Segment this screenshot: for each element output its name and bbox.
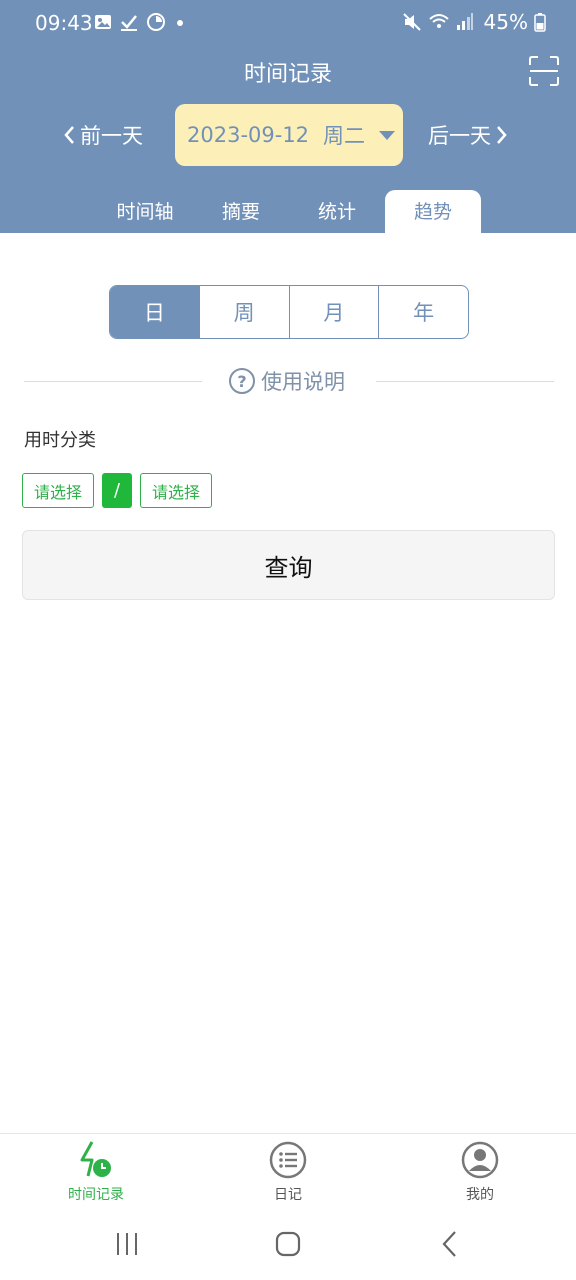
time-record-icon <box>80 1141 111 1177</box>
prev-day-button[interactable]: 前一天 <box>62 120 143 150</box>
signal-icon <box>456 13 473 30</box>
page-title: 时间记录 <box>243 62 332 87</box>
chevron-left-icon <box>64 126 74 144</box>
nav-mine[interactable]: 我的 <box>420 1140 540 1204</box>
next-day-button[interactable]: 后一天 <box>428 120 509 150</box>
category-selector: 请选择 / 请选择 <box>22 473 213 508</box>
help-link[interactable]: ? 使用说明 <box>229 366 345 396</box>
nav-diary[interactable]: 日记 <box>228 1140 348 1204</box>
nav-time-record[interactable]: 时间记录 <box>36 1140 156 1204</box>
question-icon: ? <box>229 368 255 394</box>
nav-diary-label: 日记 <box>274 1187 302 1203</box>
chevron-right-icon <box>497 126 507 144</box>
period-week[interactable]: 周 <box>200 286 290 338</box>
category-separator: / <box>102 473 133 508</box>
status-notification-icons <box>94 12 186 32</box>
category-second-select[interactable]: 请选择 <box>140 473 213 508</box>
date-navigator: 前一天 2023-09-12 周二 后一天 <box>0 104 576 166</box>
nav-mine-label: 我的 <box>466 1187 494 1203</box>
tab-bar: 时间轴 摘要 统计 趋势 <box>0 190 576 233</box>
period-year[interactable]: 年 <box>379 286 468 338</box>
home-icon[interactable] <box>268 1229 308 1259</box>
status-time: 09:43 <box>35 11 93 35</box>
status-bar: 09:43 45% <box>0 0 576 46</box>
tab-timeline[interactable]: 时间轴 <box>97 190 193 233</box>
next-day-label: 后一天 <box>428 124 491 148</box>
category-label: 用时分类 <box>24 430 96 451</box>
tab-statistics[interactable]: 统计 <box>289 190 385 233</box>
sync-icon <box>147 13 165 31</box>
period-selector: 日 周 月 年 <box>109 285 469 339</box>
divider-line-left <box>24 381 202 382</box>
bottom-nav: 时间记录 日记 我的 <box>0 1133 576 1215</box>
system-nav-bar <box>0 1215 576 1280</box>
period-month[interactable]: 月 <box>290 286 380 338</box>
scan-icon[interactable] <box>528 55 560 87</box>
prev-day-label: 前一天 <box>80 124 143 148</box>
nav-time-record-label: 时间记录 <box>68 1187 124 1203</box>
battery-level: 45% <box>483 10 528 34</box>
image-icon <box>95 15 111 29</box>
recent-apps-icon[interactable] <box>107 1229 147 1259</box>
battery-icon <box>534 13 546 32</box>
status-system-icons: 45% <box>402 10 546 34</box>
date-value: 2023-09-12 <box>187 123 310 147</box>
tab-summary[interactable]: 摘要 <box>193 190 289 233</box>
mute-icon <box>402 13 421 31</box>
help-divider: ? 使用说明 <box>24 364 554 400</box>
back-icon[interactable] <box>430 1229 470 1259</box>
tab-trend[interactable]: 趋势 <box>385 190 481 233</box>
check-icon <box>121 15 137 31</box>
period-day[interactable]: 日 <box>110 286 200 338</box>
list-icon <box>269 1141 307 1179</box>
query-button[interactable]: 查询 <box>22 530 555 600</box>
dot-icon <box>177 20 183 26</box>
weekday-value: 周二 <box>323 124 366 148</box>
divider-line-right <box>376 381 554 382</box>
header: 09:43 45% 时间记录 前一天 2023-09-12 周二 后一天 时间轴… <box>0 0 576 233</box>
user-icon <box>461 1141 499 1179</box>
caret-down-icon <box>379 130 396 140</box>
date-picker[interactable]: 2023-09-12 周二 <box>175 104 403 166</box>
wifi-icon <box>428 14 449 28</box>
category-first-select[interactable]: 请选择 <box>22 473 95 508</box>
help-label: 使用说明 <box>261 370 345 394</box>
